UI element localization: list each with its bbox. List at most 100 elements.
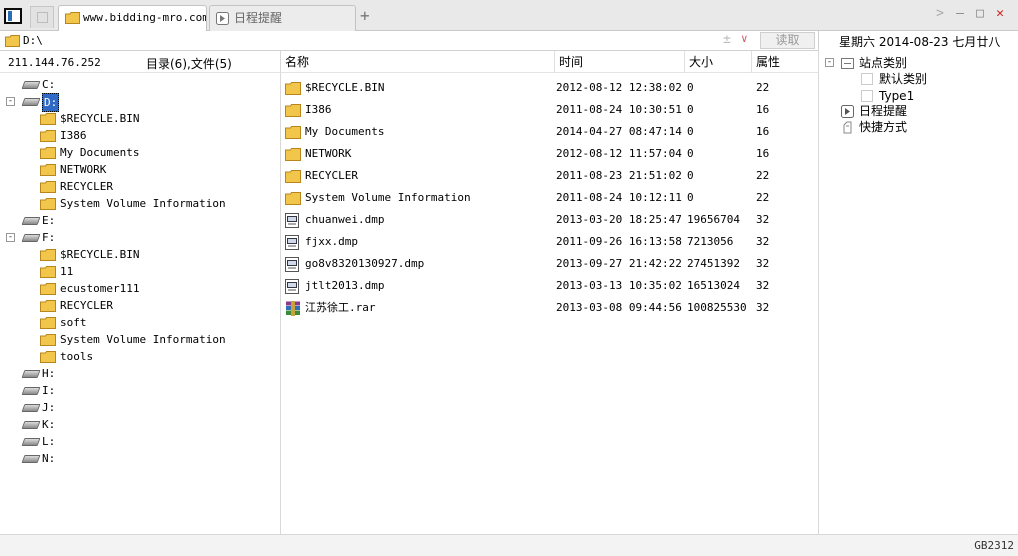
file-time: 2011-08-24 10:12:11 xyxy=(556,191,682,204)
tab-site[interactable]: www.bidding-mro.com xyxy=(58,5,207,31)
tree-label: K: xyxy=(42,418,56,431)
drive-icon xyxy=(22,369,38,378)
file-attr: 22 xyxy=(756,169,770,182)
window-controls: > — □ ✕ xyxy=(932,6,1012,24)
file-time: 2012-08-12 12:38:02 xyxy=(556,81,682,94)
folder-icon xyxy=(40,147,56,159)
tree-label: System Volume Information xyxy=(60,333,226,346)
folder-icon xyxy=(40,351,56,363)
site-category-label: 日程提醒 xyxy=(859,104,908,118)
folder-icon xyxy=(40,266,56,278)
drive-icon xyxy=(22,233,38,242)
file-size: 16513024 xyxy=(687,279,740,292)
new-blank-tab[interactable] xyxy=(30,6,54,28)
address-bar: D:\ ± ∨ 读取 xyxy=(0,31,818,51)
file-row[interactable]: I386 2011-08-24 10:30:51 0 16 xyxy=(281,99,818,121)
file-name: jtlt2013.dmp xyxy=(305,279,385,292)
file-size: 0 xyxy=(687,125,694,138)
file-time: 2014-04-27 08:47:14 xyxy=(556,125,682,138)
folder-icon xyxy=(285,169,301,183)
folder-icon xyxy=(40,283,56,295)
file-time: 2013-03-20 18:25:47 xyxy=(556,213,682,226)
file-row[interactable]: 江苏徐工.rar 2013-03-08 09:44:56 100825530 32 xyxy=(281,297,818,319)
add-tab-button[interactable]: + xyxy=(360,8,370,24)
address-input[interactable]: D:\ xyxy=(23,34,43,47)
folder-icon xyxy=(285,125,301,139)
panel-toggle-icon[interactable] xyxy=(4,8,22,24)
tree-label: 11 xyxy=(60,265,74,278)
category-icon xyxy=(841,57,854,73)
directory-tree-pane: 211.144.76.252 目录(6),文件(5) C: - D: $RECYCLE… xyxy=(0,51,281,534)
file-time: 2013-03-13 10:35:02 xyxy=(556,279,682,292)
column-attr-header[interactable]: 属性 xyxy=(751,51,818,73)
folder-icon xyxy=(40,113,56,125)
file-row[interactable]: jtlt2013.dmp 2013-03-13 10:35:02 16513024 3… xyxy=(281,275,818,297)
forward-icon[interactable]: > xyxy=(932,6,948,22)
tree-label: H: xyxy=(42,367,56,380)
drive-icon xyxy=(22,420,38,429)
file-list-pane: 名称 时间 大小 属性 $RECYCLE.BIN 2012-08-12 12:38… xyxy=(281,51,818,534)
file-row[interactable]: System Volume Information 2011-08-24 10:1… xyxy=(281,187,818,209)
file-name: RECYCLER xyxy=(305,169,358,182)
minimize-button[interactable]: — xyxy=(952,6,968,22)
file-attr: 16 xyxy=(756,147,770,160)
add-bookmark-icon[interactable]: ± xyxy=(723,32,731,47)
tree-label: NETWORK xyxy=(60,163,107,176)
file-attr: 32 xyxy=(756,301,770,314)
file-size: 100825530 xyxy=(687,301,747,314)
tree-label: $RECYCLE.BIN xyxy=(60,248,140,261)
column-name-header[interactable]: 名称 xyxy=(281,51,554,73)
file-name: $RECYCLE.BIN xyxy=(305,81,385,94)
file-row[interactable]: RECYCLER 2011-08-23 21:51:02 0 22 xyxy=(281,165,818,187)
file-name: fjxx.dmp xyxy=(305,235,358,248)
file-time: 2011-08-24 10:30:51 xyxy=(556,103,682,116)
close-button[interactable]: ✕ xyxy=(992,6,1008,22)
file-size: 19656704 xyxy=(687,213,740,226)
folder-icon xyxy=(40,130,56,142)
tree-label: RECYCLER xyxy=(60,180,113,193)
tree-label: D: xyxy=(42,93,60,112)
file-row[interactable]: go8v8320130927.dmp 2013-09-27 21:42:22 274… xyxy=(281,253,818,275)
read-button[interactable]: 读取 xyxy=(760,32,815,49)
collapse-icon[interactable]: - xyxy=(6,233,15,242)
file-time: 2011-09-26 16:13:58 xyxy=(556,235,682,248)
file-row[interactable]: $RECYCLE.BIN 2012-08-12 12:38:02 0 22 xyxy=(281,77,818,99)
folder-icon xyxy=(40,334,56,346)
maximize-button[interactable]: □ xyxy=(972,6,988,22)
site-category-label: Type1 xyxy=(879,89,915,103)
tab-schedule[interactable]: 日程提醒 xyxy=(209,5,356,31)
folder-icon xyxy=(40,164,56,176)
history-dropdown-icon[interactable]: ∨ xyxy=(741,32,748,45)
tree-label: tools xyxy=(60,350,94,363)
collapse-icon[interactable]: - xyxy=(6,97,15,106)
file-size: 0 xyxy=(687,191,694,204)
collapse-icon[interactable]: - xyxy=(825,58,834,67)
site-category-label: 快捷方式 xyxy=(859,120,908,134)
tree-label: System Volume Information xyxy=(60,197,226,210)
date-display: 星期六 2014-08-23 七月廿八 xyxy=(818,31,1018,51)
site-category-label: 站点类别 xyxy=(859,56,908,70)
file-row[interactable]: NETWORK 2012-08-12 11:57:04 0 16 xyxy=(281,143,818,165)
file-row[interactable]: My Documents 2014-04-27 08:47:14 0 16 xyxy=(281,121,818,143)
file-row[interactable]: chuanwei.dmp 2013-03-20 18:25:47 19656704 3… xyxy=(281,209,818,231)
file-name: NETWORK xyxy=(305,147,352,160)
file-attr: 16 xyxy=(756,125,770,138)
tab-bar: www.bidding-mro.com 日程提醒 + > — □ ✕ xyxy=(0,0,1018,31)
tree-label: soft xyxy=(60,316,87,329)
tree-label: RECYCLER xyxy=(60,299,113,312)
folder-icon xyxy=(40,317,56,329)
file-size: 0 xyxy=(687,103,694,116)
column-time-header[interactable]: 时间 xyxy=(554,51,684,73)
file-attr: 32 xyxy=(756,235,770,248)
file-row[interactable]: fjxx.dmp 2011-09-26 16:13:58 7213056 32 xyxy=(281,231,818,253)
file-attr: 32 xyxy=(756,213,770,226)
server-ip: 211.144.76.252 xyxy=(8,56,101,69)
file-attr: 32 xyxy=(756,257,770,270)
folder-icon xyxy=(40,300,56,312)
tree-label: L: xyxy=(42,435,56,448)
column-size-header[interactable]: 大小 xyxy=(684,51,751,73)
encoding-label[interactable]: GB2312 xyxy=(974,539,1014,552)
file-name: System Volume Information xyxy=(305,191,471,204)
folder-icon xyxy=(5,35,20,47)
file-name: 江苏徐工.rar xyxy=(305,301,376,314)
